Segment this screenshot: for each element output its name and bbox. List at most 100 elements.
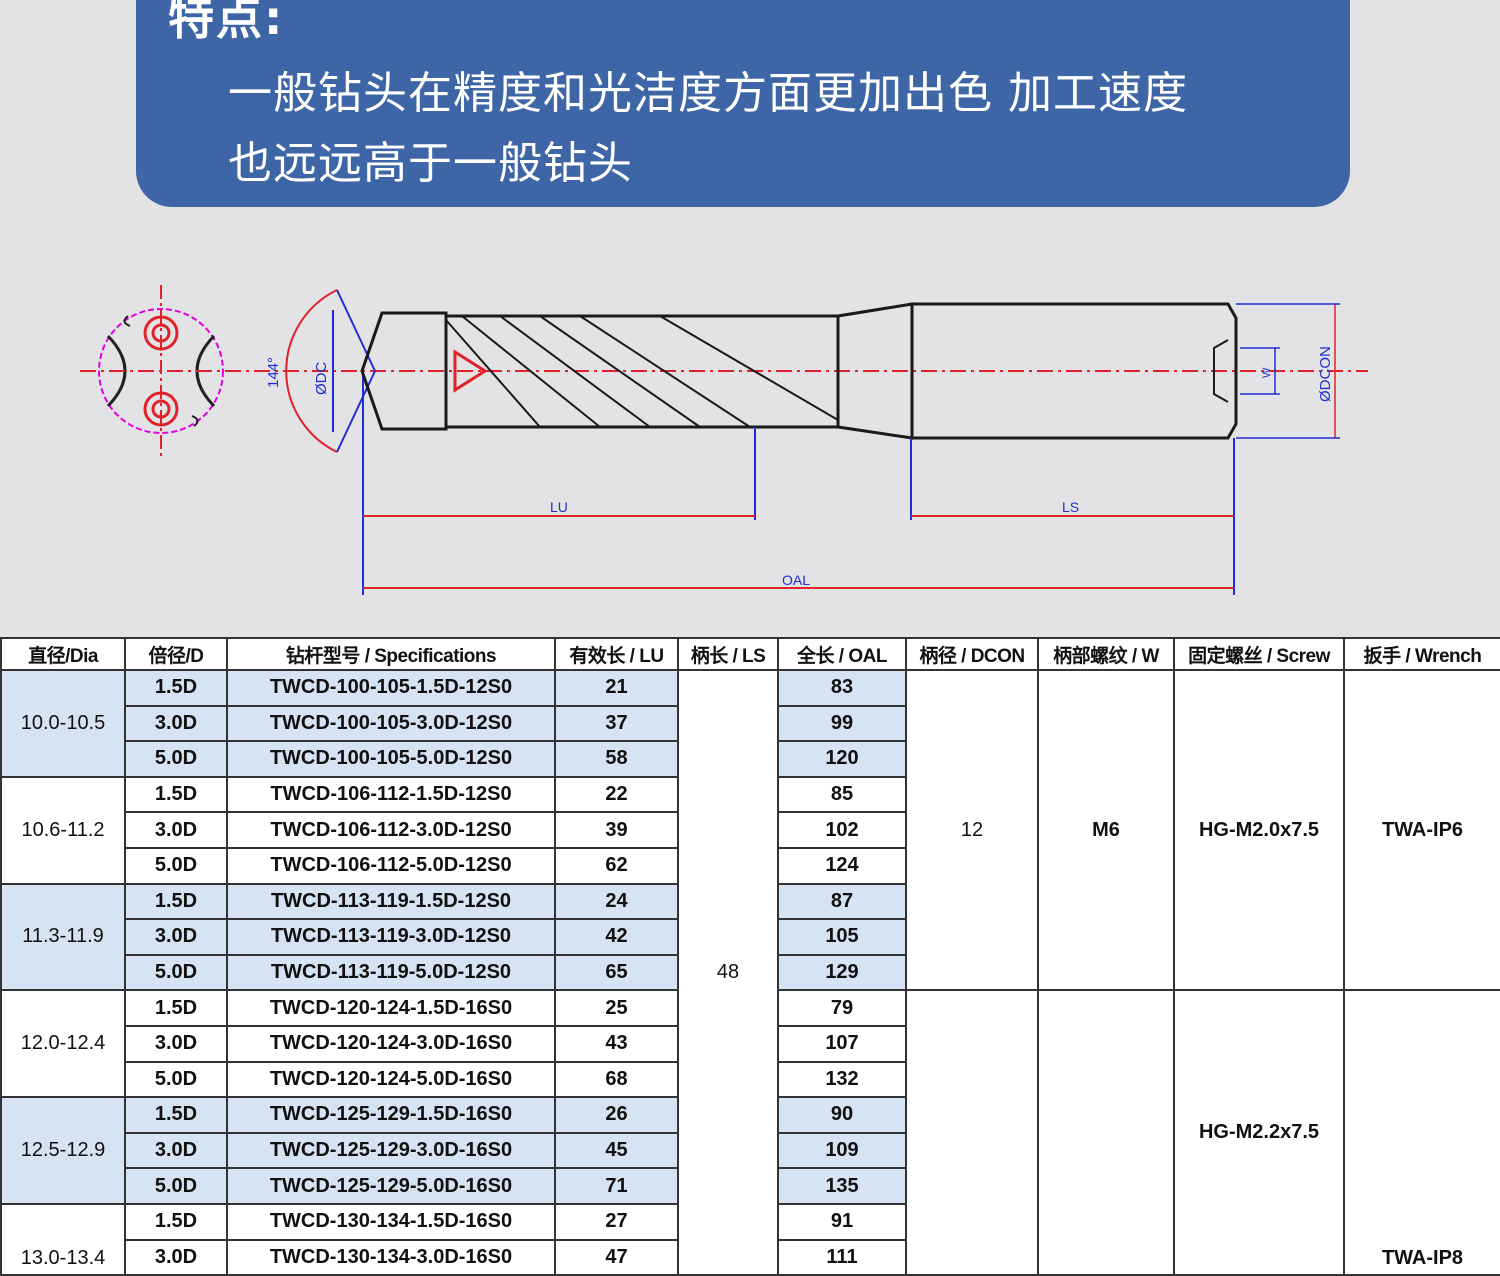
angle-label: 144° bbox=[265, 357, 282, 388]
banner-text-line-1: 一般钻头在精度和光洁度方面更加出色 加工速度 bbox=[228, 68, 1188, 119]
d-cell: 1.5D bbox=[124, 989, 228, 1027]
oal-cell: 120 bbox=[777, 740, 907, 778]
spec-cell: TWCD-113-119-3.0D-12S0 bbox=[226, 918, 556, 956]
oal-cell: 90 bbox=[777, 1096, 907, 1134]
d-cell: 1.5D bbox=[124, 1202, 228, 1241]
oal-cell: 85 bbox=[777, 775, 907, 814]
lu-cell: 47 bbox=[554, 1238, 679, 1276]
spec-table: 直径/Dia 倍径/D 钻杆型号 / Specifications 有效长 / … bbox=[0, 637, 1500, 1276]
w-label: W bbox=[1261, 367, 1273, 378]
lu-cell: 39 bbox=[554, 811, 679, 849]
screw-cell-2: HG-M2.2x7.5 bbox=[1173, 989, 1345, 1276]
d-cell: 3.0D bbox=[124, 811, 228, 849]
oal-cell: 99 bbox=[777, 704, 907, 743]
header-dcon: 柄径 / DCON bbox=[905, 637, 1039, 671]
lu-label: LU bbox=[550, 499, 568, 515]
lu-cell: 65 bbox=[554, 953, 679, 992]
banner-title: 特点: bbox=[168, 0, 285, 45]
lu-cell: 25 bbox=[554, 989, 679, 1027]
w-cell: M6 bbox=[1037, 668, 1175, 992]
lu-cell: 68 bbox=[554, 1060, 679, 1099]
d-cell: 3.0D bbox=[124, 918, 228, 956]
d-cell: 5.0D bbox=[124, 1167, 228, 1205]
header-d: 倍径/D bbox=[124, 637, 228, 671]
table-row: 10.0-10.5 1.5D TWCD-100-105-1.5D-12S0 21… bbox=[0, 668, 1500, 1276]
header-spec: 钻杆型号 / Specifications bbox=[226, 637, 556, 671]
spec-cell: TWCD-125-129-1.5D-16S0 bbox=[226, 1096, 556, 1134]
spec-cell: TWCD-106-112-3.0D-12S0 bbox=[226, 811, 556, 849]
header-dia: 直径/Dia bbox=[0, 637, 126, 671]
d-cell: 1.5D bbox=[124, 669, 228, 707]
spec-cell: TWCD-106-112-1.5D-12S0 bbox=[226, 775, 556, 814]
wrench-cell: TWA-IP6 bbox=[1343, 668, 1500, 992]
oal-cell: 91 bbox=[777, 1202, 907, 1241]
lu-cell: 42 bbox=[554, 918, 679, 956]
lu-cell: 62 bbox=[554, 846, 679, 885]
d-cell: 3.0D bbox=[124, 704, 228, 743]
dcon-cell: 12 bbox=[905, 668, 1039, 992]
header-wrench: 扳手 / Wrench bbox=[1343, 637, 1500, 671]
table-header-row: 直径/Dia 倍径/D 钻杆型号 / Specifications 有效长 / … bbox=[0, 637, 1500, 671]
d-cell: 5.0D bbox=[124, 846, 228, 885]
spec-cell: TWCD-113-119-1.5D-12S0 bbox=[226, 882, 556, 921]
lu-cell: 22 bbox=[554, 775, 679, 814]
d-cell: 1.5D bbox=[124, 775, 228, 814]
ls-cell: 48 bbox=[677, 668, 779, 1276]
ls-dimension bbox=[910, 438, 1235, 595]
header-screw: 固定螺丝 / Screw bbox=[1173, 637, 1345, 671]
d-cell: 5.0D bbox=[124, 953, 228, 992]
lu-cell: 45 bbox=[554, 1131, 679, 1170]
header-lu: 有效长 / LU bbox=[554, 637, 679, 671]
oal-cell: 132 bbox=[777, 1060, 907, 1099]
spec-cell: TWCD-100-105-3.0D-12S0 bbox=[226, 704, 556, 743]
wrench-cell-2: TWA-IP8 bbox=[1343, 989, 1500, 1276]
lu-cell: 26 bbox=[554, 1096, 679, 1134]
lu-cell: 37 bbox=[554, 704, 679, 743]
d-cell: 3.0D bbox=[124, 1024, 228, 1063]
spec-cell: TWCD-100-105-5.0D-12S0 bbox=[226, 740, 556, 778]
lu-cell: 21 bbox=[554, 669, 679, 707]
ls-label: LS bbox=[1062, 499, 1079, 515]
banner-text-line-2: 也远远高于一般钻头 bbox=[228, 138, 633, 189]
oal-cell: 105 bbox=[777, 918, 907, 956]
d-cell: 5.0D bbox=[124, 1060, 228, 1099]
spec-cell: TWCD-120-124-3.0D-16S0 bbox=[226, 1024, 556, 1063]
dcon-label: ØDCON bbox=[1317, 346, 1334, 402]
dia-cell: 10.6-11.2 bbox=[0, 775, 126, 885]
oal-cell: 83 bbox=[777, 669, 907, 707]
spec-cell: TWCD-125-129-5.0D-16S0 bbox=[226, 1167, 556, 1205]
d-cell: 3.0D bbox=[124, 1238, 228, 1276]
w-cell-2 bbox=[1037, 989, 1175, 1276]
d-cell: 1.5D bbox=[124, 882, 228, 921]
spec-cell: TWCD-120-124-5.0D-16S0 bbox=[226, 1060, 556, 1099]
dc-label: ØDC bbox=[313, 362, 330, 396]
spec-cell: TWCD-106-112-5.0D-12S0 bbox=[226, 846, 556, 885]
d-cell: 5.0D bbox=[124, 740, 228, 778]
drill-technical-drawing: 144° ØDC W ØDCON LU LS OAL bbox=[80, 285, 1368, 595]
oal-cell: 111 bbox=[777, 1238, 907, 1276]
screw-cell: HG-M2.0x7.5 bbox=[1173, 668, 1345, 992]
oal-cell: 102 bbox=[777, 811, 907, 849]
spec-cell: TWCD-100-105-1.5D-12S0 bbox=[226, 669, 556, 707]
dcon-cell-2 bbox=[905, 989, 1039, 1276]
spec-cell: TWCD-120-124-1.5D-16S0 bbox=[226, 989, 556, 1027]
d-cell: 1.5D bbox=[124, 1096, 228, 1134]
dia-cell: 13.0-13.4 bbox=[0, 1202, 126, 1276]
header-ls: 柄长 / LS bbox=[677, 637, 779, 671]
tip-angle-arc bbox=[285, 289, 376, 595]
oal-cell: 124 bbox=[777, 846, 907, 885]
dia-cell: 12.5-12.9 bbox=[0, 1096, 126, 1205]
header-oal: 全长 / OAL bbox=[777, 637, 907, 671]
oal-label: OAL bbox=[782, 572, 810, 588]
spec-cell: TWCD-125-129-3.0D-16S0 bbox=[226, 1131, 556, 1170]
oal-cell: 135 bbox=[777, 1167, 907, 1205]
spec-cell: TWCD-130-134-3.0D-16S0 bbox=[226, 1238, 556, 1276]
dia-cell: 12.0-12.4 bbox=[0, 989, 126, 1099]
lu-cell: 43 bbox=[554, 1024, 679, 1063]
oal-cell: 87 bbox=[777, 882, 907, 921]
feature-banner: 特点: 一般钻头在精度和光洁度方面更加出色 加工速度 也远远高于一般钻头 bbox=[136, 0, 1350, 207]
lu-cell: 24 bbox=[554, 882, 679, 921]
lu-cell: 58 bbox=[554, 740, 679, 778]
header-w: 柄部螺纹 / W bbox=[1037, 637, 1175, 671]
dia-cell: 11.3-11.9 bbox=[0, 882, 126, 992]
